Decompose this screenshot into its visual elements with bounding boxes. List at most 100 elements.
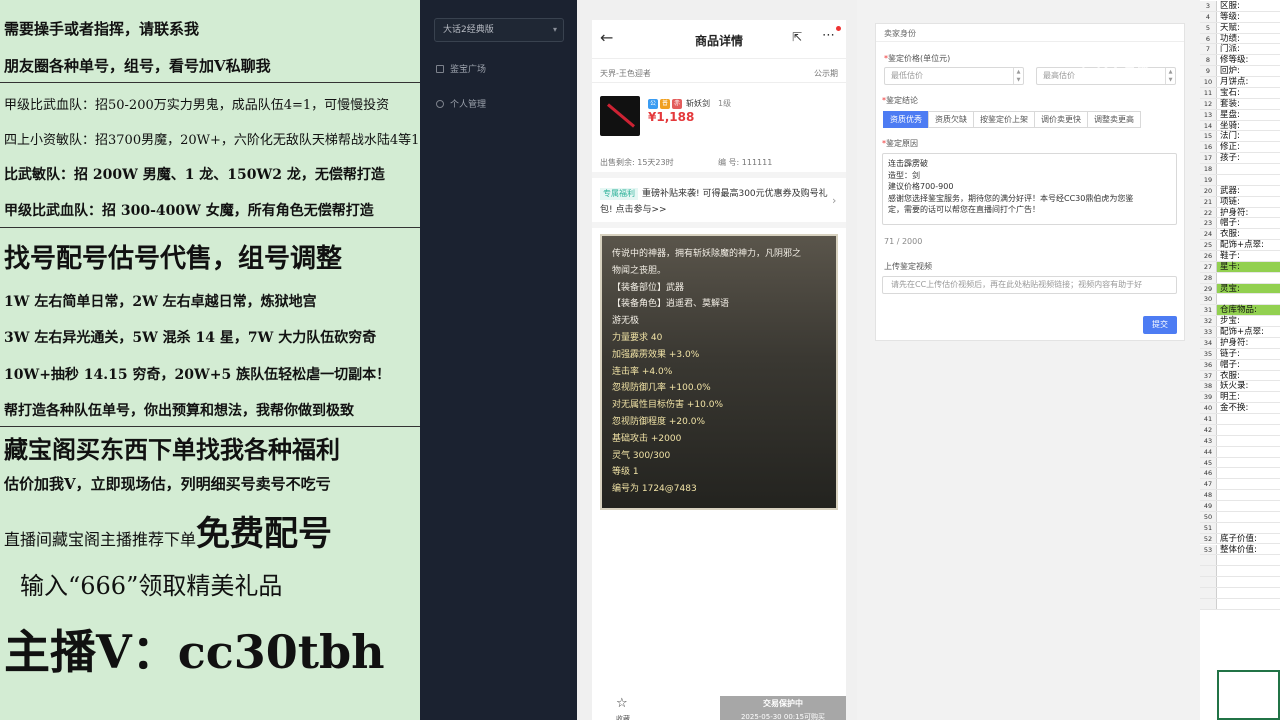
sheet-row[interactable]: 48 <box>1200 490 1280 501</box>
cell-text: 鞋子: <box>1220 251 1240 261</box>
sheet-row[interactable]: 43 <box>1200 435 1280 447</box>
desc-line: 连击率 +4.0% <box>612 366 673 377</box>
sheet-row[interactable]: 16 修正: <box>1200 142 1280 154</box>
sheet-row[interactable]: 3 区服: <box>1200 1 1280 12</box>
notification-dot <box>836 26 841 31</box>
row-number: 49 <box>1200 501 1217 511</box>
sheet-row[interactable]: 20 武器: <box>1200 185 1280 197</box>
sheet-row[interactable]: 28 <box>1200 272 1280 284</box>
sheet-row[interactable] <box>1200 555 1280 567</box>
selected-cell[interactable] <box>1217 670 1280 720</box>
sheet-row[interactable]: 12 套装: <box>1200 98 1280 110</box>
cell-text: 帽子: <box>1220 218 1240 229</box>
row-number: 33 <box>1200 327 1217 337</box>
divider <box>592 172 846 178</box>
sheet-row[interactable]: 38 妖火录: <box>1200 381 1280 393</box>
sheet-row[interactable] <box>1200 587 1280 599</box>
sheet-row[interactable]: 27 星卡: <box>1200 261 1280 273</box>
sheet-row[interactable]: 17 孩子: <box>1200 153 1280 165</box>
share-icon[interactable]: ⇱ <box>792 30 802 44</box>
sheet-row[interactable]: 51 <box>1200 522 1280 534</box>
desc-line: 游无极 <box>612 316 640 327</box>
sheet-row[interactable]: 31 仓库物品: <box>1200 305 1280 317</box>
favorite-button[interactable]: ☆ 收藏 <box>592 696 720 720</box>
stepper-icon[interactable]: ▲ ▼ <box>1013 68 1023 84</box>
sheet-row[interactable]: 32 步宝: <box>1200 316 1280 328</box>
cell-text: 配饰+点翠: <box>1220 240 1264 251</box>
sheet-row[interactable]: 45 <box>1200 457 1280 469</box>
sheet-row[interactable]: 6 功绩: <box>1200 33 1280 45</box>
desc-line: 等级 1 <box>612 467 639 478</box>
sheet-row[interactable]: 26 鞋子: <box>1200 251 1280 262</box>
divider <box>876 41 1184 42</box>
sheet-row[interactable] <box>1200 566 1280 578</box>
more-icon[interactable]: ⋯ <box>822 28 835 43</box>
sheet-row[interactable]: 4 等级: <box>1200 11 1280 23</box>
sheet-row[interactable]: 5 天赋: <box>1200 22 1280 34</box>
sheet-row[interactable]: 36 帽子: <box>1200 359 1280 371</box>
conclusion-lacking[interactable]: 资质欠缺 <box>928 111 974 128</box>
sheet-row[interactable]: 47 <box>1200 479 1280 491</box>
trade-status-button[interactable]: 交易保护中 2025-05-30 00:15可购买 <box>720 696 846 720</box>
sheet-row[interactable]: 29 灵宝: <box>1200 283 1280 295</box>
sheet-row[interactable]: 13 星盘: <box>1200 109 1280 121</box>
sheet-row[interactable] <box>1200 598 1280 610</box>
sheet-row[interactable]: 53 整体价值: <box>1200 544 1280 556</box>
sheet-row[interactable]: 40 金不换: <box>1200 403 1280 415</box>
sheet-row[interactable]: 21 项链: <box>1200 196 1280 208</box>
sheet-row[interactable]: 8 修等级: <box>1200 55 1280 67</box>
row-number: 26 <box>1200 251 1217 261</box>
sheet-row[interactable]: 49 <box>1200 501 1280 512</box>
sheet-row[interactable]: 14 坐骑: <box>1200 120 1280 132</box>
sheet-row[interactable]: 50 <box>1200 511 1280 523</box>
sheet-row[interactable]: 35 链子: <box>1200 348 1280 360</box>
sheet-row[interactable]: 44 <box>1200 446 1280 458</box>
row-number: 41 <box>1200 414 1217 424</box>
cell-text: 明王: <box>1220 392 1240 403</box>
sheet-row[interactable]: 19 <box>1200 174 1280 186</box>
sheet-row[interactable]: 30 <box>1200 294 1280 306</box>
conclusion-adjust-faster[interactable]: 调价卖更快 <box>1034 111 1088 128</box>
desc-line: 物闻之丧胆。 <box>612 265 667 276</box>
version-select[interactable]: 大话2经典版 ▾ <box>434 18 564 42</box>
conclusion-excellent[interactable]: 资质优秀 <box>883 111 929 128</box>
promo-gift: 输入“666”领取精美礼品 <box>20 572 283 600</box>
sheet-row[interactable]: 39 明王: <box>1200 392 1280 404</box>
sheet-row[interactable]: 52 底子价值: <box>1200 533 1280 545</box>
sheet-row[interactable]: 34 护身符: <box>1200 337 1280 349</box>
sheet-row[interactable]: 24 衣服: <box>1200 229 1280 241</box>
row-number: 14 <box>1200 120 1217 131</box>
sheet-row[interactable]: 46 <box>1200 468 1280 480</box>
sheet-row[interactable]: 18 <box>1200 164 1280 175</box>
conclusion-adjust-higher[interactable]: 调整卖更高 <box>1087 111 1141 128</box>
sheet-row[interactable]: 11 宝石: <box>1200 87 1280 99</box>
sheet-row[interactable]: 37 衣服: <box>1200 370 1280 382</box>
conclusion-list-at-price[interactable]: 按鉴定价上架 <box>973 111 1035 128</box>
sheet-row[interactable]: 22 护身符: <box>1200 207 1280 219</box>
submit-button[interactable]: 提交 <box>1143 316 1177 334</box>
sidebar-item-personal[interactable]: 个人管理 <box>436 97 486 110</box>
sheet-row[interactable]: 10 月饼点: <box>1200 77 1280 88</box>
sheet-row[interactable]: 9 回炉: <box>1200 66 1280 78</box>
reason-textarea[interactable]: 连击霹雳破 造型：剑 建议价格700-900 感谢您选择鉴宝服务，期待您的满分好… <box>882 153 1177 225</box>
min-price-input[interactable]: 最低估价 ▲ ▼ <box>884 67 1024 85</box>
cell-text: 回炉: <box>1220 66 1240 77</box>
row-number: 53 <box>1200 544 1217 555</box>
sheet-row[interactable]: 7 门派: <box>1200 44 1280 56</box>
sidebar-item-appraisal-square[interactable]: 鉴宝广场 <box>436 62 486 75</box>
row-number: 4 <box>1200 11 1217 22</box>
promo-line: 需要操手或者指挥，请联系我 <box>4 20 200 38</box>
video-link-input[interactable]: 请先在CC上传估价视频后，再在此处粘贴视频链接；视频内容有助于好 <box>882 276 1177 294</box>
sheet-row[interactable]: 42 <box>1200 424 1280 436</box>
sheet-row[interactable]: 25 配饰+点翠: <box>1200 240 1280 251</box>
sheet-row[interactable] <box>1200 577 1280 588</box>
desc-line: 【装备角色】逍遥君、莫解语 <box>612 299 730 310</box>
spreadsheet: 3 区服: 4 等级: 5 天赋: 6 功绩: 7 门派: 8 修等级: 9 回炉: 10 月饼点: 11 宝石:… <box>1200 0 1280 720</box>
item-description-card: 传说中的神器，拥有斩妖除魔的神力，凡阴邪之 物闻之丧胆。 【装备部位】武器 【装… <box>600 234 838 510</box>
sheet-row[interactable]: 15 法门: <box>1200 131 1280 143</box>
promo-banner[interactable]: 专属福利 重磅补贴来袭! 可得最高300元优惠券及购号礼包! 点击参与>> <box>600 186 840 218</box>
sheet-row[interactable]: 41 <box>1200 414 1280 425</box>
cell-text: 功绩: <box>1220 33 1240 44</box>
sheet-row[interactable]: 23 帽子: <box>1200 218 1280 230</box>
sheet-row[interactable]: 33 配饰+点翠: <box>1200 327 1280 338</box>
